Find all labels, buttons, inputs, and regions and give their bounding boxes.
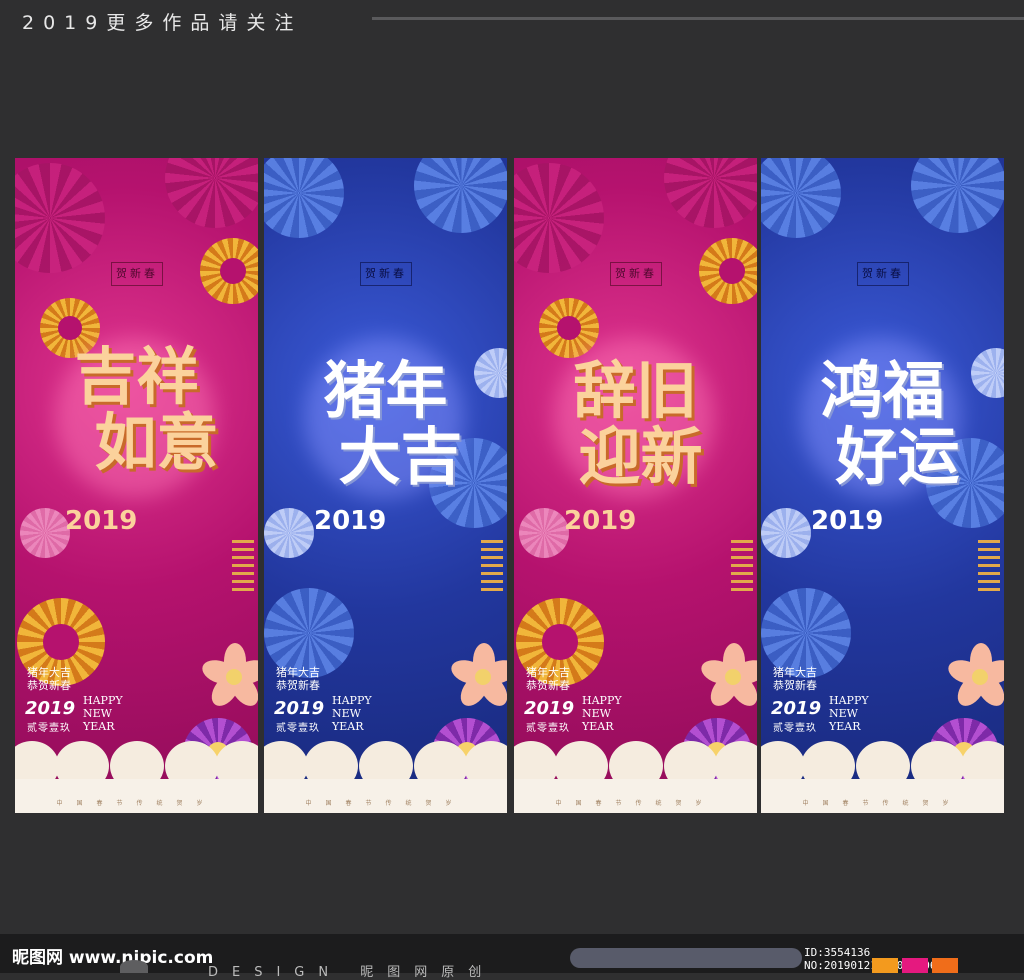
title-line-1: 鸿福 [820,354,945,427]
poster-title: 鸿福 好运 [761,358,1004,490]
happy-word: HAPPY [829,694,869,707]
year-text: 2019 [811,506,884,536]
tag-line-1: 猪年大吉 [526,666,570,679]
red-orange-swatch [932,958,958,973]
poster-title: 猪年 大吉 [264,358,507,490]
paper-flower-icon [761,588,851,678]
tag-subtitle: 贰零壹玖 [27,723,71,734]
greeting-tag: 猪年大吉 恭贺新春 [276,666,320,692]
design-text: DESIGN 昵图网原创 [208,965,496,980]
stamp-text: 贺新春 [360,262,412,286]
magenta-swatch [902,958,928,973]
blossom-icon [698,643,757,711]
happy-new-year: HAPPY NEW YEAR [582,694,622,733]
tag-year: 2019 [771,698,822,719]
stamp-text: 贺新春 [857,262,909,286]
title-line-2: 好运 [835,420,960,493]
paper-flower-icon [165,158,258,228]
title-line-1: 辞旧 [573,354,698,427]
tag-line-2: 恭贺新春 [526,679,570,692]
poster-title: 辞旧 迎新 [514,358,757,490]
decor-bars [481,540,503,596]
year-word: YEAR [582,720,614,733]
orange-swatch [872,958,898,973]
year-word: YEAR [83,720,115,733]
happy-new-year: HAPPY NEW YEAR [83,694,123,733]
site-logo[interactable]: 昵图网 www.nipic.com [12,943,213,968]
blossom-icon [448,643,507,711]
tag-year: 2019 [25,698,76,719]
year-text: 2019 [564,506,637,536]
light-flower-icon [264,508,314,558]
happy-new-year: HAPPY NEW YEAR [829,694,869,733]
header-divider [372,17,1024,20]
footer-text: 中国春节传统贺岁 [56,800,217,807]
title-line-2: 如意 [94,406,219,479]
happy-word: HAPPY [332,694,372,707]
footer-text: 中国春节传统贺岁 [305,800,466,807]
paper-flower-icon [514,163,604,273]
year-word: YEAR [332,720,364,733]
tag-line-1: 猪年大吉 [773,666,817,679]
paper-flower-icon [264,158,344,238]
poster-panel-1[interactable]: 贺新春 吉祥 如意 2019 猪年大吉 恭贺新春 2019 贰零壹玖 HAPPY… [15,158,258,813]
poster-panel-3[interactable]: 贺新春 辞旧 迎新 2019 猪年大吉 恭贺新春 2019 贰零壹玖 HAPPY… [514,158,757,813]
header-text: 2019更多作品请关注 [22,12,303,34]
tag-subtitle: 贰零壹玖 [773,723,817,734]
happy-word: HAPPY [582,694,622,707]
poster-title: 吉祥 如意 [15,344,258,476]
paper-flower-icon [15,163,105,273]
watermark-pill [570,948,802,968]
decor-bars [731,540,753,596]
stamp-text: 贺新春 [111,262,163,286]
paper-flower-icon [264,588,354,678]
year-text: 2019 [314,506,387,536]
paper-flower-icon [664,158,757,228]
new-word: NEW [332,707,361,720]
blossom-icon [199,643,258,711]
paper-flower-icon [911,158,1004,233]
tag-subtitle: 贰零壹玖 [526,723,570,734]
greeting-tag: 猪年大吉 恭贺新春 [526,666,570,692]
year-text: 2019 [65,506,138,536]
tag-year: 2019 [274,698,325,719]
tag-line-2: 恭贺新春 [27,679,71,692]
happy-new-year: HAPPY NEW YEAR [332,694,372,733]
title-line-1: 吉祥 [74,340,199,413]
poster-panel-2[interactable]: 贺新春 猪年 大吉 2019 猪年大吉 恭贺新春 2019 贰零壹玖 HAPPY… [264,158,507,813]
paper-flower-icon [414,158,507,233]
decor-bars [978,540,1000,596]
tag-year: 2019 [524,698,575,719]
greeting-tag: 猪年大吉 恭贺新春 [27,666,71,692]
blossom-icon [945,643,1004,711]
stamp-text: 贺新春 [610,262,662,286]
tag-line-2: 恭贺新春 [773,679,817,692]
tag-line-1: 猪年大吉 [276,666,320,679]
pink-flower-icon [20,508,70,558]
year-word: YEAR [829,720,861,733]
greeting-tag: 猪年大吉 恭贺新春 [773,666,817,692]
happy-word: HAPPY [83,694,123,707]
tag-line-2: 恭贺新春 [276,679,320,692]
new-word: NEW [829,707,858,720]
decor-bars [232,540,254,596]
light-flower-icon [761,508,811,558]
footer-text: 中国春节传统贺岁 [802,800,963,807]
heart-icon [120,960,148,973]
title-line-2: 大吉 [338,420,463,493]
title-line-1: 猪年 [323,354,448,427]
pink-flower-icon [519,508,569,558]
new-word: NEW [83,707,112,720]
footer-text: 中国春节传统贺岁 [555,800,716,807]
poster-panel-4[interactable]: 贺新春 鸿福 好运 2019 猪年大吉 恭贺新春 2019 贰零壹玖 HAPPY… [761,158,1004,813]
new-word: NEW [582,707,611,720]
gold-flower-icon [699,238,757,304]
tag-line-1: 猪年大吉 [27,666,71,679]
gold-flower-icon [200,238,258,304]
paper-flower-icon [761,158,841,238]
title-line-2: 迎新 [578,420,703,493]
tag-subtitle: 贰零壹玖 [276,723,320,734]
gold-flower-icon [539,298,599,358]
